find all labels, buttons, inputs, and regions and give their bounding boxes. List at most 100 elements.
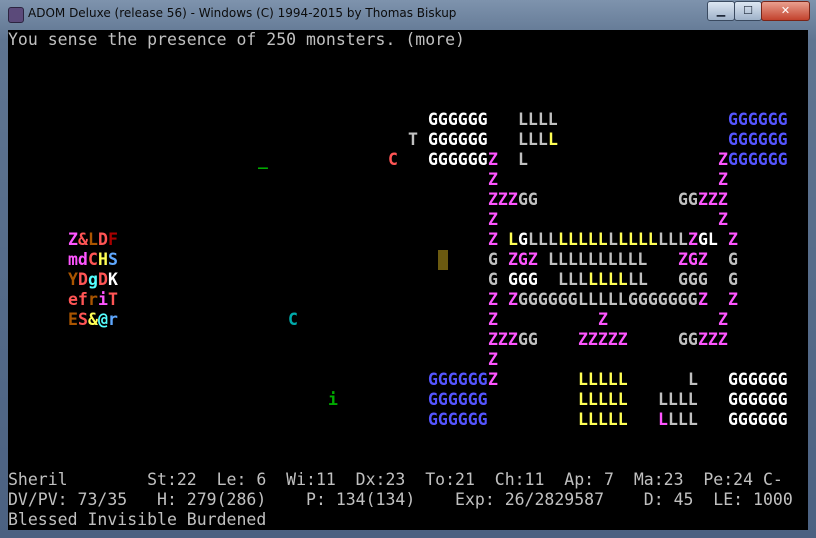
map-glyph-run: L [608, 230, 618, 249]
map-glyph-run: ZZZ [698, 190, 728, 209]
terrain-highlight [438, 250, 448, 270]
map-glyph-run: ZGZ [678, 250, 708, 269]
map-glyph-run: i [98, 290, 108, 309]
status-line-attributes: Sheril St:22 Le: 6 Wi:11 Dx:23 To:21 Ch:… [8, 470, 783, 489]
map-glyph-run: LLL [558, 270, 588, 289]
map-glyph-run: S [78, 310, 88, 329]
map-glyph-run: Z [718, 150, 728, 169]
map-glyph-run: LLLLL [578, 410, 628, 429]
map-glyph-run: ZZZ [488, 190, 518, 209]
map-glyph-run: G [728, 250, 738, 269]
map-glyph-run: ZZZ [488, 330, 518, 349]
map-glyph-run: GG [518, 190, 538, 209]
map-glyph-run: H [98, 250, 108, 269]
map-glyph-run: @ [98, 310, 108, 329]
map-glyph-run: GGG [508, 270, 538, 289]
map-glyph-run: LLL [658, 230, 688, 249]
map-glyph-run: GG [518, 330, 538, 349]
map-glyph-run: Z [488, 150, 498, 169]
map-glyph-run: GGGGGG [428, 130, 488, 149]
map-glyph-run: GGGGGG [518, 290, 578, 309]
map-glyph-run: ZZZZZ [578, 330, 628, 349]
map-glyph-run: LLL [528, 230, 558, 249]
map-glyph-run: LLLL [658, 390, 698, 409]
map-glyph-run: & [78, 230, 88, 249]
map-glyph-run: Z [488, 350, 498, 369]
map-glyph-run: L [88, 230, 98, 249]
map-glyph-run: L [508, 230, 518, 249]
maximize-button[interactable]: ☐ [734, 1, 762, 21]
map-glyph-run: _ [258, 150, 268, 169]
map-glyph-run: Z [688, 230, 698, 249]
status-line-conditions: Blessed Invisible Burdened [8, 510, 267, 529]
map-glyph-run: G [488, 250, 498, 269]
title-bar[interactable]: ADOM Deluxe (release 56) - Windows (C) 1… [0, 0, 816, 28]
map-glyph-run: C [288, 310, 298, 329]
map-glyph-run: Z [488, 170, 498, 189]
map-glyph-run: GGGGGG [428, 110, 488, 129]
map-glyph-run: ef [68, 290, 88, 309]
map-glyph-run: ZGZ [508, 250, 538, 269]
map-glyph-run: LLL [518, 130, 548, 149]
map-glyph-run: i [328, 390, 338, 409]
map-glyph-run: G [488, 270, 498, 289]
map-glyph-run: GG [678, 190, 698, 209]
minimize-button[interactable]: ▁ [707, 1, 735, 21]
status-line-vitals: DV/PV: 73/35 H: 279(286) P: 134(134) Exp… [8, 490, 793, 509]
map-glyph-run: C [388, 150, 398, 169]
map-glyph-run: GGGGGG [428, 410, 488, 429]
map-glyph-run: F [108, 230, 118, 249]
map-glyph-run: LLLLL [578, 290, 628, 309]
map-glyph-run: Z [728, 290, 738, 309]
map-glyph-run: D [98, 230, 108, 249]
map-glyph-run: LLLLL [578, 370, 628, 389]
map-glyph-run: D [78, 270, 88, 289]
map-glyph-run: r [108, 310, 118, 329]
map-glyph-run: Z [68, 230, 78, 249]
map-glyph-run: LLLL [518, 110, 558, 129]
map-glyph-run: S [108, 250, 118, 269]
app-icon [8, 7, 24, 23]
map-glyph-run: GGGGGG [728, 130, 788, 149]
map-glyph-run: r [88, 290, 98, 309]
map-glyph-run: Z [598, 310, 608, 329]
map-glyph-run: K [108, 270, 118, 289]
map-glyph-run: Z [718, 170, 728, 189]
map-glyph-run: LLLL [588, 270, 628, 289]
map-glyph-run: LLLLLLLLLL [548, 250, 648, 269]
map-glyph-run: G [728, 270, 738, 289]
map-glyph-run: Z [508, 290, 518, 309]
map-glyph-run: Z [488, 210, 498, 229]
close-button[interactable]: ✕ [761, 1, 810, 21]
map-glyph-run: GGGGGG [428, 150, 488, 169]
map-glyph-run: Z [488, 310, 498, 329]
map-glyph-run: LLLL [618, 230, 658, 249]
map-glyph-run: GGGGGG [428, 370, 488, 389]
map-glyph-run: L [518, 150, 528, 169]
map-glyph-run: LLLLL [578, 390, 628, 409]
map-glyph-run: Z [488, 230, 498, 249]
map-glyph-run: & [88, 310, 98, 329]
map-glyph-run: GGGGGG [728, 370, 788, 389]
map-glyph-run: C [88, 250, 98, 269]
game-screen[interactable]: You sense the presence of 250 monsters. … [8, 30, 808, 530]
map-glyph-run: T [108, 290, 118, 309]
window-title: ADOM Deluxe (release 56) - Windows (C) 1… [28, 6, 457, 20]
map-glyph-run: Z [718, 310, 728, 329]
map-glyph-run: GGGGGG [428, 390, 488, 409]
map-glyph-run: md [68, 250, 88, 269]
map-glyph-run: Z [718, 210, 728, 229]
map-glyph-run: ZZZ [698, 330, 728, 349]
map-glyph-run: GGGGGG [728, 410, 788, 429]
map-glyph-run: L [688, 370, 698, 389]
map-glyph-run: T [408, 130, 418, 149]
map-glyph-run: Y [68, 270, 78, 289]
map-glyph-run: GGGGGG [728, 150, 788, 169]
map-glyph-run: GGGGGG [728, 110, 788, 129]
map-glyph-run: G [518, 230, 528, 249]
adom-window: ADOM Deluxe (release 56) - Windows (C) 1… [0, 0, 816, 538]
map-glyph-run: Z [728, 230, 738, 249]
map-glyph-run: D [98, 270, 108, 289]
map-glyph-run: GGG [678, 270, 708, 289]
map-glyph-run: GL [698, 230, 718, 249]
